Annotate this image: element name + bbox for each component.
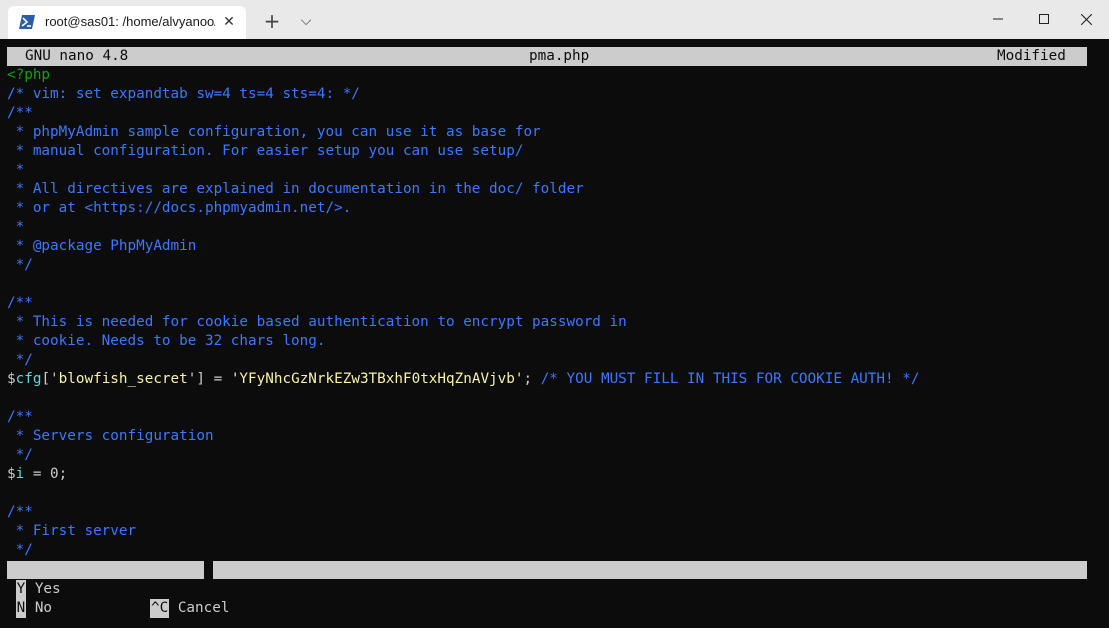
code-line: */ [7,352,33,368]
option-cancel[interactable]: ^C Cancel [150,599,229,618]
code-line: * [7,162,25,178]
cfg-value: 'YFyNhcGzNrkEZw3TBxhF0txHqZnAVjvb' [230,371,524,387]
option-no[interactable]: N No [7,599,52,618]
close-window-button[interactable] [1063,0,1109,38]
option-yes[interactable]: Y Yes [7,580,61,599]
nano-status: Modified [997,48,1066,64]
prompt-question: Save modified buffer? [41,580,223,596]
cfg-key-close: '] = [187,371,231,387]
yes-key: Y [15,580,27,599]
tab-dropdown-button[interactable]: ⌵ [294,9,318,33]
no-key: N [15,599,27,618]
nano-version: GNU nano 4.8 [25,48,129,64]
nano-filename: pma.php [529,48,590,64]
code-line: /* vim: set expandtab sw=4 ts=4 sts=4: *… [7,86,360,102]
cfg-key-open: [' [41,371,59,387]
code-line: * Servers configuration [7,428,214,444]
powershell-icon [19,15,35,29]
code-line: * [7,219,25,235]
tab-close-icon[interactable]: ✕ [221,14,237,30]
code-line: * phpMyAdmin sample configuration, you c… [7,124,541,140]
code-line: <?php [7,67,51,83]
save-prompt[interactable]: Save modified buffer? [7,561,1087,596]
code-line: * or at <https://docs.phpmyadmin.net/>. [7,200,352,216]
close-icon [1080,13,1092,25]
yes-label: Yes [34,581,61,597]
empty-line [7,275,1087,294]
cfg-semi: ; [523,371,541,387]
code-line: */ [7,542,33,558]
cfg-dollar: $ [7,371,16,387]
new-tab-button[interactable]: + [260,9,284,33]
cancel-label: Cancel [177,600,230,616]
cfg-comment: /* YOU MUST FILL IN THIS FOR COOKIE AUTH… [540,371,920,387]
code-line: * @package PhpMyAdmin [7,238,197,254]
i-dollar: $ [7,466,16,482]
code-line: /** [7,105,33,121]
code-line: * First server [7,523,137,539]
terminal-content[interactable]: GNU nano 4.8 pma.php Modified <?php /* v… [7,47,1087,560]
scrollbar[interactable] [1094,47,1102,620]
maximize-icon [1039,14,1049,24]
no-label: No [34,600,53,616]
code-line: */ [7,257,33,273]
code-line-blowfish: $cfg['blowfish_secret'] = 'YFyNhcGzNrkEZ… [7,370,1087,389]
code-line: * manual configuration. For easier setup… [7,143,524,159]
nano-header: GNU nano 4.8 pma.php Modified [7,47,1087,66]
code-line: * cookie. Needs to be 32 chars long. [7,333,326,349]
cfg-key: blowfish_secret [58,371,188,387]
empty-line [7,389,1087,408]
code-line: */ [7,447,33,463]
minimize-icon [993,18,1003,20]
code-line: * This is needed for cookie based authen… [7,314,627,330]
maximize-button[interactable] [1021,0,1067,38]
tab-title: root@sas01: /home/alvyanoo/a [45,14,215,29]
cancel-key: ^C [150,599,170,618]
empty-line [7,484,1087,503]
terminal-window: root@sas01: /home/alvyanoo/a ✕ + ⌵ GNU n… [0,0,1109,628]
cfg-var: cfg [15,371,42,387]
text-cursor [204,561,213,579]
code-line-i: $i = 0; [7,465,1087,484]
i-var: i [15,466,25,482]
code-line: /** [7,504,33,520]
i-rest: = 0; [24,466,68,482]
code-line: /** [7,295,33,311]
code-line: /** [7,409,33,425]
terminal-tab[interactable]: root@sas01: /home/alvyanoo/a ✕ [8,6,246,39]
minimize-button[interactable] [975,0,1021,38]
title-bar: root@sas01: /home/alvyanoo/a ✕ + ⌵ [0,0,1109,39]
code-line: * All directives are explained in docume… [7,181,584,197]
